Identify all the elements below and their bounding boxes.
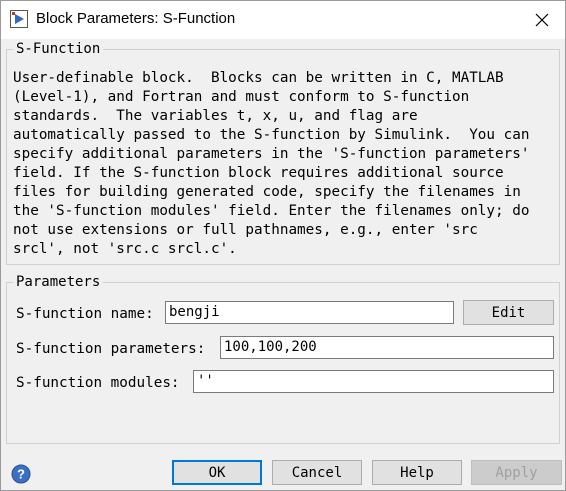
simulink-block-icon [10, 10, 28, 28]
description-line: files for building generated code, speci… [13, 184, 521, 200]
parameters-group-legend: Parameters [13, 273, 104, 291]
description-line: automatically passed to the S-function b… [13, 127, 530, 143]
description-line: srcl', not 'src.c srcl.c'. [13, 241, 237, 257]
window-title: Block Parameters: S-Function [36, 10, 236, 27]
sfunction-group-legend: S-Function [13, 40, 104, 58]
description-line: the 'S-function modules' field. Enter th… [13, 203, 530, 219]
description-line: User-definable block. Blocks can be writ… [13, 70, 504, 86]
description-line: (Level-1), and Fortran and must conform … [13, 89, 470, 105]
close-button[interactable] [519, 1, 565, 39]
svg-text:?: ? [17, 467, 25, 482]
block-description: User-definable block. Blocks can be writ… [13, 69, 561, 259]
block-parameters-dialog: Block Parameters: S-Function S-Function … [0, 0, 566, 491]
apply-button: Apply [471, 460, 562, 485]
close-icon [535, 13, 549, 27]
sfunction-parameters-label: S-function parameters: [16, 341, 206, 357]
help-button[interactable]: Help [372, 460, 462, 485]
sfunction-name-field[interactable]: bengji [165, 301, 454, 324]
parameters-group: Parameters S-function name: bengji Edit … [6, 273, 560, 444]
sfunction-name-label: S-function name: [16, 306, 154, 322]
sfunction-parameters-field[interactable]: 100,100,200 [220, 336, 554, 359]
description-line: field. If the S-function block requires … [13, 165, 504, 181]
sfunction-modules-label: S-function modules: [16, 375, 180, 391]
sfunction-group: S-Function User-definable block. Blocks … [6, 40, 561, 265]
edit-button[interactable]: Edit [463, 300, 554, 325]
description-line: standards. The variables t, x, u, and fl… [13, 108, 418, 124]
cancel-button[interactable]: Cancel [272, 460, 362, 485]
description-line: not use extensions or full pathnames, e.… [13, 222, 478, 238]
help-icon[interactable]: ? [11, 464, 31, 484]
title-bar[interactable]: Block Parameters: S-Function [1, 1, 565, 39]
ok-button[interactable]: OK [172, 460, 262, 485]
sfunction-modules-field[interactable]: '' [193, 370, 554, 393]
description-line: specify additional parameters in the 'S-… [13, 146, 530, 162]
